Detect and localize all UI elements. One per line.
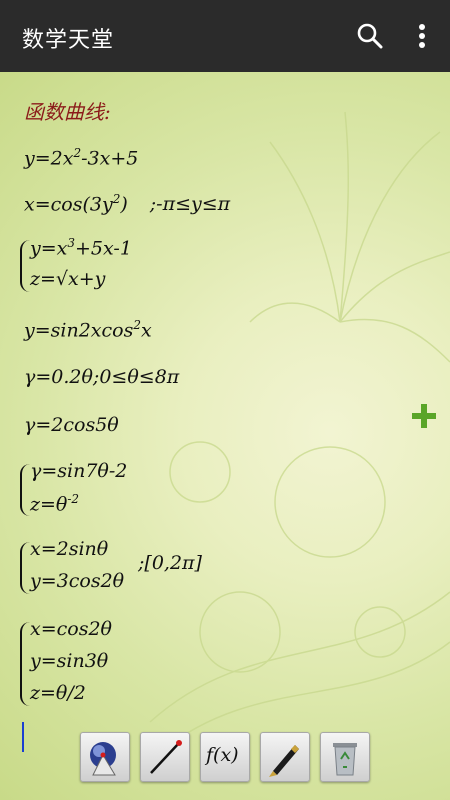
- formula-4[interactable]: y=sin2xcos2x: [24, 318, 152, 341]
- text-cursor: [22, 722, 24, 752]
- formula-canvas[interactable]: 函数曲线: y=2x2-3x+5 x=cos(3y2) ;-π≤y≤π y=x3+…: [0, 72, 450, 800]
- add-icon[interactable]: [412, 404, 436, 428]
- 3d-graph-icon[interactable]: [80, 732, 130, 782]
- formula-line: z=θ/2: [30, 682, 86, 704]
- formula-text: -3x+5: [81, 147, 139, 170]
- formula-text: y=sin2xcos: [24, 319, 134, 342]
- line-segment-icon[interactable]: [140, 732, 190, 782]
- formula-1[interactable]: y=2x2-3x+5: [24, 146, 138, 169]
- formula-range: ;[0,2π]: [138, 552, 202, 574]
- formula-line: y=x3+5x-1: [30, 236, 132, 260]
- function-label: f(x): [206, 744, 239, 766]
- function-icon[interactable]: f(x): [200, 732, 250, 782]
- formula-text: ): [120, 193, 128, 216]
- more-vert-icon[interactable]: [408, 20, 436, 52]
- section-heading: 函数曲线:: [24, 100, 111, 124]
- app-bar: 数学天堂: [0, 0, 450, 72]
- formula-line: y=3cos2θ: [30, 570, 125, 592]
- formula-line: z=θ-2: [30, 492, 80, 516]
- formula-line: x=cos2θ: [30, 618, 112, 640]
- formula-6[interactable]: γ=2cos5θ: [24, 414, 119, 436]
- formula-superscript: 2: [73, 146, 82, 160]
- recycle-bin-icon[interactable]: [320, 732, 370, 782]
- formula-superscript: 2: [133, 318, 141, 332]
- formula-line: γ=sin7θ-2: [30, 460, 128, 482]
- formula-2[interactable]: x=cos(3y2) ;-π≤y≤π: [24, 192, 230, 215]
- formula-range: ;-π≤y≤π: [149, 193, 231, 216]
- pen-icon[interactable]: [260, 732, 310, 782]
- search-icon[interactable]: [354, 20, 386, 52]
- formula-text: x: [141, 319, 152, 342]
- formula-line: z=√x+y: [30, 268, 106, 290]
- formula-line: x=2sinθ: [30, 538, 109, 560]
- app-title: 数学天堂: [22, 28, 115, 53]
- formula-text: x=cos(3y: [24, 193, 113, 216]
- formula-text: y=2x: [24, 147, 74, 170]
- bottom-toolbar: f(x): [80, 732, 370, 784]
- formula-line: y=sin3θ: [30, 650, 109, 672]
- formula-5[interactable]: γ=0.2θ;0≤θ≤8π: [24, 366, 179, 388]
